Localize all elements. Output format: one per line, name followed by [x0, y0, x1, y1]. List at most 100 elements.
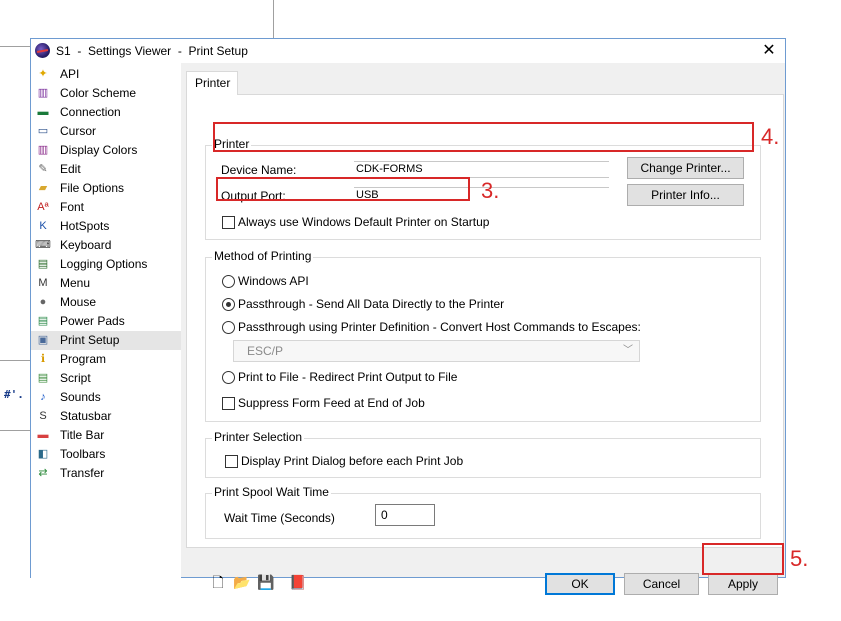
passthrough-label[interactable]: Passthrough - Send All Data Directly to … — [238, 297, 504, 311]
transfer-icon: ⇄ — [38, 467, 48, 479]
sidebar-item-toolbars[interactable]: ◧ Toolbars — [35, 445, 181, 464]
passthrough-definition-radio[interactable] — [222, 321, 235, 334]
sidebar-item-display-colors[interactable]: ▥ Display Colors — [35, 141, 181, 160]
annotation-label-3: 3. — [481, 178, 500, 203]
always-default-printer-label[interactable]: Always use Windows Default Printer on St… — [238, 215, 489, 229]
passthrough-definition-label[interactable]: Passthrough using Printer Definition - C… — [238, 320, 641, 334]
sidebar-item-script[interactable]: ▤ Script — [35, 369, 181, 388]
sidebar-item-label: Edit — [60, 162, 81, 176]
method-group-title: Method of Printing — [212, 249, 314, 263]
sidebar-item-keyboard[interactable]: ⌨ Keyboard — [35, 236, 181, 255]
statusbar-icon: S — [39, 410, 47, 422]
windows-api-label[interactable]: Windows API — [238, 274, 309, 288]
suppress-form-feed-label[interactable]: Suppress Form Feed at End of Job — [238, 396, 425, 410]
sidebar-item-menu[interactable]: M Menu — [35, 274, 181, 293]
sidebar-item-label: Title Bar — [60, 428, 105, 442]
background-divider — [0, 360, 30, 361]
close-button[interactable]: ✕ — [759, 41, 779, 61]
sidebar-item-label: Sounds — [60, 390, 101, 404]
save-icon[interactable]: 💾 — [257, 573, 275, 591]
printer-definition-value: ESC/P — [247, 344, 284, 358]
printer-definition-select[interactable]: ESC/P ﹀ — [233, 340, 640, 362]
cursor-icon: ▭ — [37, 125, 49, 137]
open-folder-icon[interactable]: 📂 — [233, 573, 251, 591]
printer-info-label: Printer Info... — [651, 188, 720, 202]
sidebar-item-label: Script — [60, 371, 91, 385]
sidebar-item-label: Cursor — [60, 124, 97, 138]
apply-label: Apply — [727, 577, 759, 591]
sidebar-item-title-bar[interactable]: ▬ Title Bar — [35, 426, 181, 445]
sidebar-item-label: Statusbar — [60, 409, 112, 423]
print-to-file-label[interactable]: Print to File - Redirect Print Output to… — [238, 370, 457, 384]
change-printer-button[interactable]: Change Printer... — [627, 157, 744, 179]
title-bar-icon: ▬ — [37, 429, 49, 441]
windows-api-radio[interactable] — [222, 275, 235, 288]
sidebar-item-file-options[interactable]: ▰ File Options — [35, 179, 181, 198]
cancel-label: Cancel — [642, 577, 681, 591]
chevron-down-icon: ﹀ — [623, 345, 633, 356]
tab-printer[interactable]: Printer — [186, 71, 238, 95]
print-to-file-radio[interactable] — [222, 371, 235, 384]
sidebar-item-label: Mouse — [60, 295, 97, 309]
sidebar-item-label: Font — [60, 200, 85, 214]
sidebar-item-api[interactable]: ✦ API — [35, 65, 181, 84]
sidebar-item-transfer[interactable]: ⇄ Transfer — [35, 464, 181, 483]
sidebar-item-font[interactable]: Aª Font — [35, 198, 181, 217]
settings-viewer-window: S1 - Settings Viewer - Print Setup ✕ ✦ AP… — [30, 38, 786, 595]
sidebar-item-label: Toolbars — [60, 447, 106, 461]
toolbars-icon: ◧ — [37, 448, 49, 460]
sidebar-item-cursor[interactable]: ▭ Cursor — [35, 122, 181, 141]
printer-tab-panel: Printer Device Name: CDK-FORMS Output Po… — [186, 94, 784, 548]
wait-time-label: Wait Time (Seconds) — [224, 511, 335, 525]
power-pads-icon: ▤ — [37, 315, 49, 327]
logging-options-icon: ▤ — [37, 258, 49, 270]
sidebar-item-label: Menu — [60, 276, 91, 290]
device-name-label: Device Name: — [221, 163, 297, 177]
always-default-printer-checkbox[interactable] — [222, 216, 235, 229]
sidebar-item-sounds[interactable]: ♪ Sounds — [35, 388, 181, 407]
api-icon: ✦ — [38, 68, 48, 80]
sidebar-item-hotspots[interactable]: K HotSpots — [35, 217, 181, 236]
suppress-form-feed-checkbox[interactable] — [222, 397, 235, 410]
book-icon[interactable]: 📕 — [289, 573, 307, 591]
ok-label: OK — [571, 577, 589, 591]
print-spool-title: Print Spool Wait Time — [212, 485, 331, 499]
sidebar-item-label: Logging Options — [60, 257, 148, 271]
display-print-dialog-label[interactable]: Display Print Dialog before each Print J… — [241, 454, 463, 468]
display-colors-icon: ▥ — [37, 144, 49, 156]
sidebar-item-power-pads[interactable]: ▤ Power Pads — [35, 312, 181, 331]
background-code-snippet: #'. — [4, 388, 24, 401]
background-divider — [273, 0, 274, 38]
sidebar-item-color-scheme[interactable]: ▥ Color Scheme — [35, 84, 181, 103]
printer-info-button[interactable]: Printer Info... — [627, 184, 744, 206]
annotation-box-default-printer — [216, 177, 470, 201]
file-options-icon: ▰ — [38, 182, 48, 194]
sidebar-item-label: API — [60, 67, 80, 81]
annotation-label-4: 4. — [761, 124, 780, 149]
display-print-dialog-checkbox[interactable] — [225, 455, 238, 468]
new-file-icon[interactable]: 🗋 — [209, 573, 227, 591]
settings-category-list: ✦ API ▥ Color Scheme ▬ Connection ▭ Cursor ▥ Disp… — [31, 63, 181, 578]
background-divider — [0, 46, 30, 47]
cancel-button[interactable]: Cancel — [624, 573, 699, 595]
sidebar-item-mouse[interactable]: ● Mouse — [35, 293, 181, 312]
sidebar-item-edit[interactable]: ✎ Edit — [35, 160, 181, 179]
sidebar-item-statusbar[interactable]: S Statusbar — [35, 407, 181, 426]
sidebar-item-label: File Options — [60, 181, 125, 195]
sidebar-item-program[interactable]: ℹ Program — [35, 350, 181, 369]
menu-icon: M — [38, 277, 48, 289]
passthrough-radio[interactable] — [222, 298, 235, 311]
color-scheme-icon: ▥ — [37, 87, 49, 99]
sidebar-item-logging-options[interactable]: ▤ Logging Options — [35, 255, 181, 274]
sidebar-item-print-setup[interactable]: ▣ Print Setup — [31, 331, 181, 350]
sidebar-item-connection[interactable]: ▬ Connection — [35, 103, 181, 122]
sounds-icon: ♪ — [40, 391, 46, 403]
annotation-box-apply — [702, 543, 784, 575]
ok-button[interactable]: OK — [545, 573, 615, 595]
sidebar-item-label: Display Colors — [60, 143, 138, 157]
device-name-field[interactable]: CDK-FORMS — [354, 161, 609, 178]
apply-button[interactable]: Apply — [708, 573, 778, 595]
connection-icon: ▬ — [37, 106, 49, 118]
wait-time-input[interactable]: 0 — [375, 504, 435, 526]
tab-printer-label: Printer — [195, 76, 231, 90]
